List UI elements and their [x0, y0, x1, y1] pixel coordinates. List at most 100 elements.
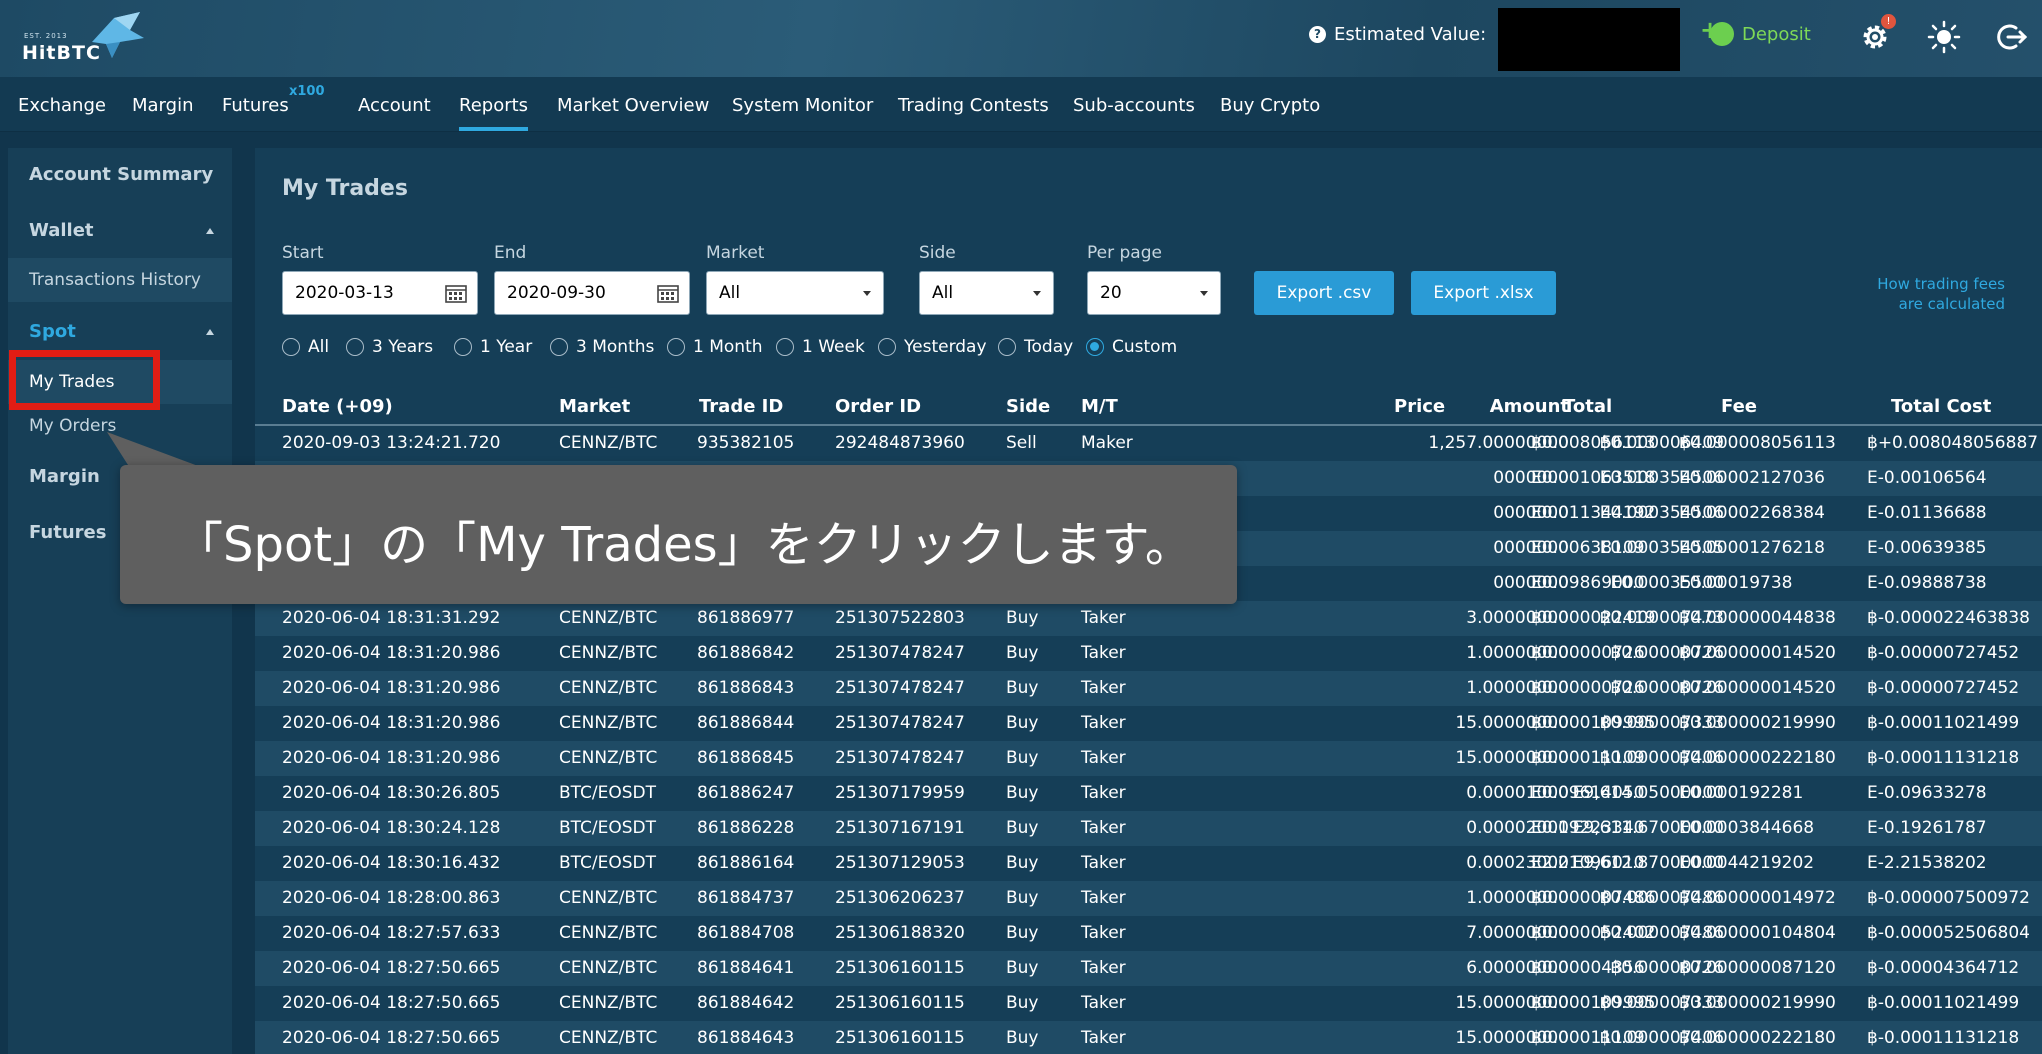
sidebar-futures[interactable]: Futures [29, 522, 106, 543]
nav-margin[interactable]: Margin [132, 95, 193, 116]
nav-buy-crypto[interactable]: Buy Crypto [1220, 95, 1320, 116]
period-radio-all[interactable]: All [282, 337, 329, 357]
cell-date: 2020-06-04 18:31:20.986 [282, 713, 501, 733]
cell-fee: E0.00002127036 [1679, 468, 1825, 488]
hitbtc-logo[interactable]: EST. 2013 HitBTC [20, 12, 150, 64]
period-radio-today[interactable]: Today [998, 337, 1073, 357]
logout-icon[interactable] [1994, 20, 2028, 54]
column-header-amount[interactable]: Amount [1490, 396, 1569, 417]
cell-mt: Taker [1081, 783, 1126, 803]
cell-market: CENNZ/BTC [559, 993, 658, 1013]
column-header-fee[interactable]: Fee [1721, 396, 1757, 417]
trading-fees-link[interactable]: How trading fees are calculated [1815, 274, 2005, 314]
nav-system-monitor[interactable]: System Monitor [732, 95, 873, 116]
sidebar-spot[interactable]: Spot [29, 321, 76, 342]
wallet-collapse-icon[interactable] [206, 228, 214, 234]
sidebar-item-transactions-history[interactable]: Transactions History [8, 258, 232, 302]
cell-trade-id: 861886228 [697, 818, 795, 838]
sidebar-wallet[interactable]: Wallet [29, 220, 94, 241]
end-date-input[interactable]: 2020-09-30 [494, 271, 690, 315]
period-radio-3-years[interactable]: 3 Years [346, 337, 433, 357]
start-date-value: 2020-03-13 [295, 283, 394, 303]
cell-side: Buy [1006, 818, 1039, 838]
cell-date: 2020-06-04 18:31:31.292 [282, 608, 501, 628]
cell-trade-id: 861886247 [697, 783, 795, 803]
sun-icon[interactable] [1927, 20, 1961, 54]
column-header-mt[interactable]: M/T [1081, 396, 1118, 417]
radio-label: All [308, 337, 330, 357]
period-radio-1-week[interactable]: 1 Week [776, 337, 865, 357]
nav-futures[interactable]: Futures [222, 95, 289, 116]
column-header-price[interactable]: Price [1394, 396, 1445, 417]
cell-fee: ฿0.000000014520 [1679, 678, 1836, 698]
cell-market: CENNZ/BTC [559, 433, 658, 453]
period-radio-custom[interactable]: Custom [1086, 337, 1177, 357]
nav-reports[interactable]: Reports [459, 95, 529, 131]
per-page-select[interactable]: 20 [1087, 271, 1221, 315]
calendar-icon[interactable] [445, 283, 467, 303]
period-radio-1-month[interactable]: 1 Month [667, 337, 763, 357]
table-row: 2020-06-04 18:31:31.292 CENNZ/BTC 86188697… [255, 601, 2042, 636]
radio-label: 1 Month [693, 337, 763, 357]
radio-circle [282, 338, 300, 356]
side-select[interactable]: All [919, 271, 1054, 315]
nav-market-overview[interactable]: Market Overview [557, 95, 709, 116]
end-date-value: 2020-09-30 [507, 283, 606, 303]
column-header-total[interactable]: Total [1563, 396, 1612, 417]
cell-total: E0.001063518 [1531, 468, 1656, 488]
sidebar-margin[interactable]: Margin [29, 466, 100, 487]
nav-trading-contests[interactable]: Trading Contests [898, 95, 1049, 116]
radio-circle [878, 338, 896, 356]
highlight-box [9, 350, 160, 410]
estimated-value: ? Estimated Value: [1309, 24, 1486, 45]
period-radio-1-year[interactable]: 1 Year [454, 337, 532, 357]
cell-fee: E0.0044219202 [1679, 853, 1815, 873]
column-header-date[interactable]: Date (+09) [282, 396, 393, 417]
column-header-trade-id[interactable]: Trade ID [699, 396, 783, 417]
help-icon[interactable]: ? [1309, 26, 1326, 43]
calendar-icon[interactable] [657, 283, 679, 303]
deposit-button[interactable]: Deposit [1700, 16, 1811, 46]
cell-side: Buy [1006, 748, 1039, 768]
column-header-total-cost[interactable]: Total Cost [1891, 396, 1991, 417]
cell-total: E0.011344192 [1531, 503, 1656, 523]
start-date-input[interactable]: 2020-03-13 [282, 271, 478, 315]
nav-exchange[interactable]: Exchange [18, 95, 106, 116]
cell-market: CENNZ/BTC [559, 888, 658, 908]
column-header-order-id[interactable]: Order ID [835, 396, 921, 417]
cell-order-id: 251307179959 [835, 783, 965, 803]
cell-market: CENNZ/BTC [559, 608, 658, 628]
export-xlsx-button[interactable]: Export .xlsx [1411, 271, 1556, 315]
cell-fee: ฿0.000000222180 [1679, 1028, 1836, 1048]
cell-market: CENNZ/BTC [559, 748, 658, 768]
cell-trade-id: 861884643 [697, 1028, 795, 1048]
notification-badge: ! [1881, 14, 1896, 29]
estimated-value-redacted [1498, 8, 1680, 71]
period-radio-yesterday[interactable]: Yesterday [878, 337, 987, 357]
cell-side: Buy [1006, 608, 1039, 628]
cell-total: ฿0.00000726 [1531, 678, 1645, 698]
cell-total-cost: E-0.19261787 [1867, 818, 1987, 838]
period-radio-3-months[interactable]: 3 Months [550, 337, 654, 357]
column-header-market[interactable]: Market [559, 396, 630, 417]
estimated-value-label: Estimated Value: [1334, 24, 1487, 45]
cell-total-cost: E-0.09888738 [1867, 573, 1987, 593]
cell-total: E2.21096010 [1531, 853, 1645, 873]
spot-collapse-icon[interactable] [206, 329, 214, 335]
cell-total: ฿0.008056113 [1531, 433, 1656, 453]
cell-date: 2020-06-04 18:27:50.665 [282, 993, 501, 1013]
cell-fee: E0.000192281 [1679, 783, 1804, 803]
nav-account[interactable]: Account [358, 95, 431, 116]
table-row: 2020-06-04 18:28:00.863 CENNZ/BTC 86188473… [255, 881, 2042, 916]
market-select[interactable]: All [706, 271, 884, 315]
table-row: 2020-06-04 18:31:20.986 CENNZ/BTC 86188684… [255, 636, 2042, 671]
export-csv-button[interactable]: Export .csv [1254, 271, 1394, 315]
top-header: EST. 2013 HitBTC ? Estimated Value: Depo… [0, 0, 2042, 77]
market-label: Market [706, 243, 765, 263]
sidebar-account-summary[interactable]: Account Summary [29, 164, 213, 185]
nav-sub-accounts[interactable]: Sub-accounts [1073, 95, 1195, 116]
radio-circle [667, 338, 685, 356]
chevron-down-icon [1033, 291, 1041, 296]
cell-mt: Taker [1081, 643, 1126, 663]
column-header-side[interactable]: Side [1006, 396, 1050, 417]
